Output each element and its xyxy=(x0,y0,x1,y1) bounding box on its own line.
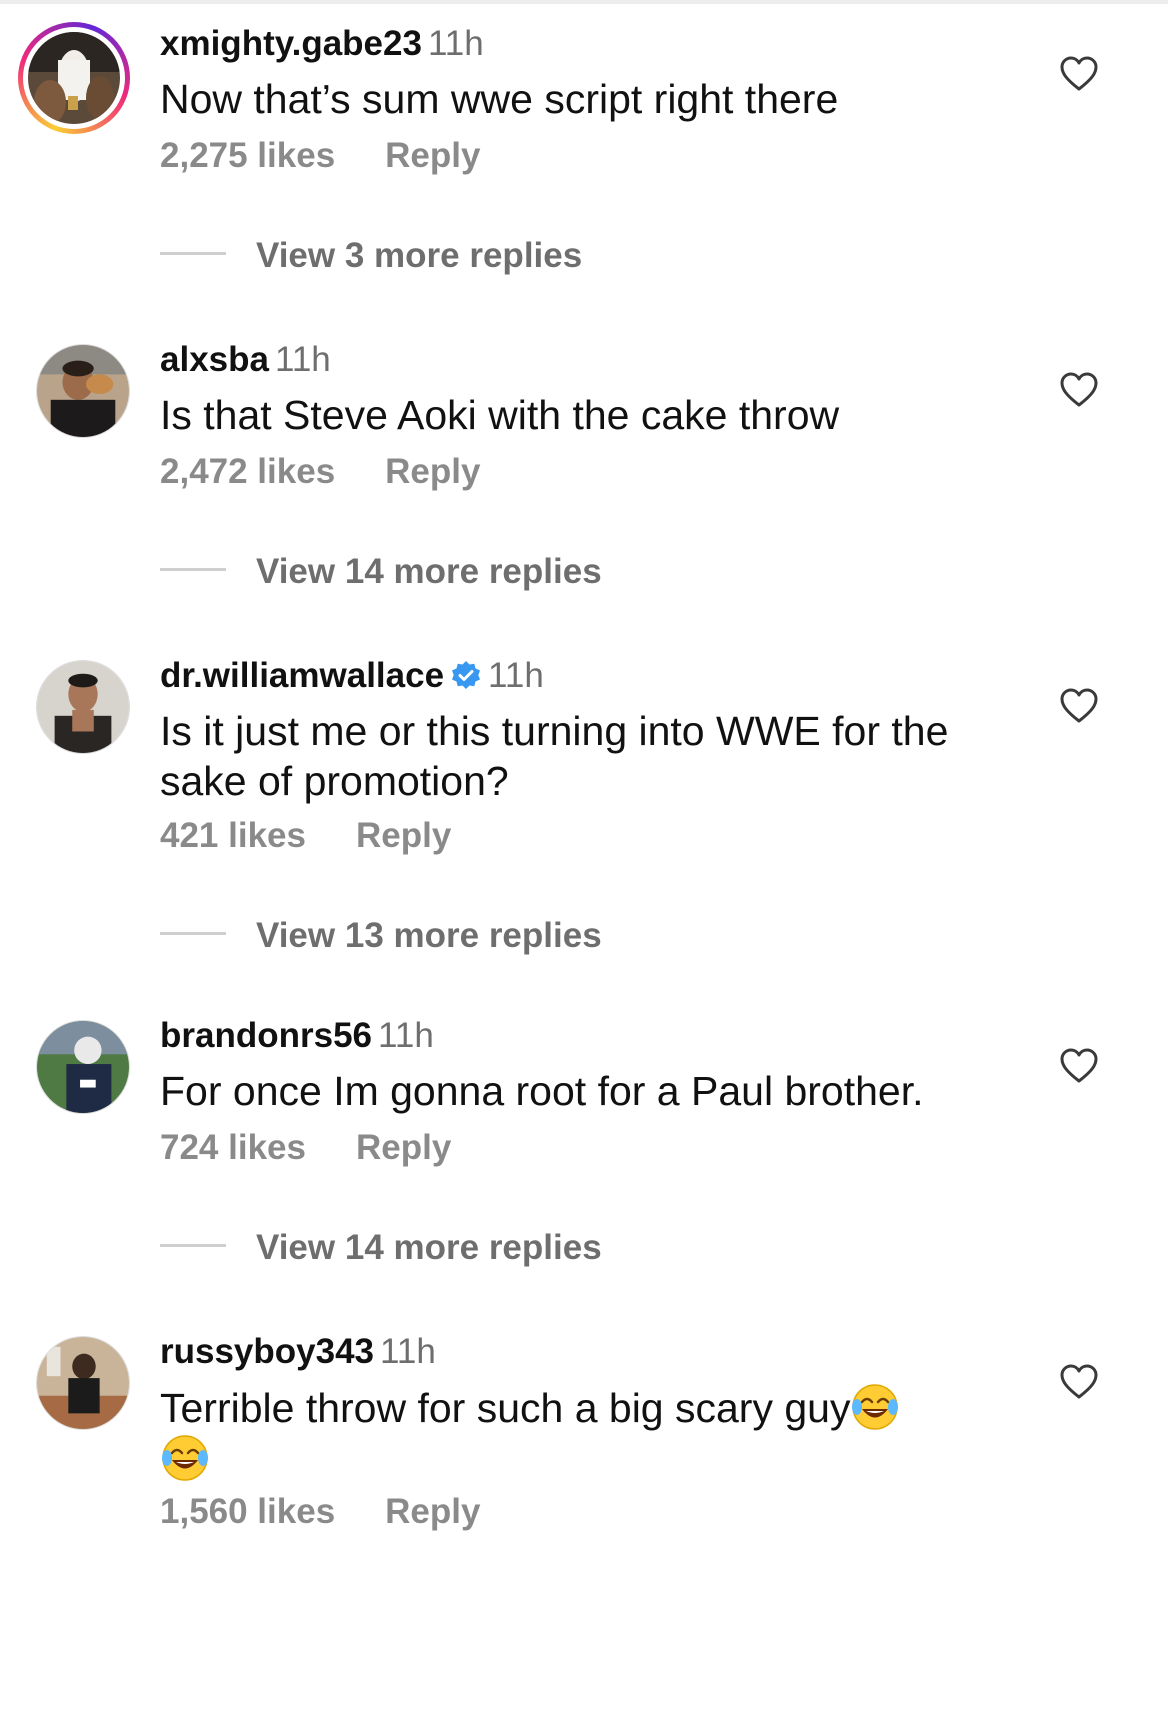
view-more-label[interactable]: View 14 more replies xyxy=(256,1228,602,1267)
username[interactable]: russyboy343 xyxy=(160,1332,374,1371)
avatar[interactable] xyxy=(36,1020,130,1114)
like-heart-icon[interactable] xyxy=(1060,1364,1098,1400)
avatar[interactable] xyxy=(36,660,130,754)
replies-dash xyxy=(160,1244,226,1247)
comment-time: 11h xyxy=(378,1016,434,1055)
replies-dash xyxy=(160,932,226,935)
like-count[interactable]: 724 likes xyxy=(160,1128,306,1167)
avatar-wrap[interactable] xyxy=(36,344,130,438)
replies-dash xyxy=(160,568,226,571)
verified-badge-icon xyxy=(450,660,482,692)
comment-text: Is that Steve Aoki with the cake throw xyxy=(160,392,840,438)
like-heart-icon[interactable] xyxy=(1060,372,1098,408)
avatar-wrap[interactable] xyxy=(36,660,130,754)
avatar-wrap[interactable] xyxy=(36,1020,130,1114)
comment-text: Is it just me or this turning into WWE f… xyxy=(160,708,949,804)
comment-item: xmighty.gabe23 11h Now that’s sum wwe scr… xyxy=(0,22,1168,302)
like-count[interactable]: 2,275 likes xyxy=(160,136,335,175)
comment-text: For once Im gonna root for a Paul brothe… xyxy=(160,1068,924,1114)
comment-meta: 421 likes Reply xyxy=(160,814,451,858)
top-divider xyxy=(0,0,1168,4)
comment-time: 11h xyxy=(380,1332,436,1371)
comment-text: Now that’s sum wwe script right there xyxy=(160,76,839,122)
comment-time: 11h xyxy=(274,340,331,379)
like-count[interactable]: 2,472 likes xyxy=(160,452,335,491)
reply-button[interactable]: Reply xyxy=(385,1492,480,1531)
avatar[interactable] xyxy=(36,344,130,438)
view-more-label[interactable]: View 13 more replies xyxy=(256,916,602,955)
view-more-replies[interactable]: View 14 more replies xyxy=(160,1226,602,1270)
comment-item: alxsba 11h Is that Steve Aoki with the ca… xyxy=(0,338,1168,618)
replies-dash xyxy=(160,252,226,255)
comment-header: brandonrs56 11h xyxy=(160,1014,434,1058)
username[interactable]: xmighty.gabe23 xyxy=(160,24,422,63)
avatar[interactable] xyxy=(28,32,120,124)
reply-button[interactable]: Reply xyxy=(356,1128,451,1167)
like-heart-icon[interactable] xyxy=(1060,688,1098,724)
view-more-replies[interactable]: View 3 more replies xyxy=(160,234,582,278)
comment-time: 11h xyxy=(488,656,544,695)
comment-item: russyboy343 11h Terrible throw for such a… xyxy=(0,1330,1168,1570)
avatar[interactable] xyxy=(36,1336,130,1430)
comment-time: 11h xyxy=(427,24,484,63)
reply-button[interactable]: Reply xyxy=(385,452,480,491)
view-more-label[interactable]: View 3 more replies xyxy=(256,236,582,275)
avatar-wrap[interactable] xyxy=(36,1336,130,1430)
comment-meta: 2,275 likes Reply xyxy=(160,134,480,178)
username[interactable]: brandonrs56 xyxy=(160,1016,372,1055)
comment-meta: 1,560 likes Reply xyxy=(160,1490,480,1534)
view-more-replies[interactable]: View 14 more replies xyxy=(160,550,602,594)
avatar-story-ring[interactable] xyxy=(18,22,130,134)
view-more-label[interactable]: View 14 more replies xyxy=(256,552,602,591)
view-more-replies[interactable]: View 13 more replies xyxy=(160,914,602,958)
comment-text-content: Terrible throw for such a big scary guy xyxy=(160,1385,851,1431)
comment-header: xmighty.gabe23 11h xyxy=(160,22,484,66)
like-count[interactable]: 421 likes xyxy=(160,816,306,855)
username[interactable]: dr.williamwallace xyxy=(160,656,444,695)
like-count[interactable]: 1,560 likes xyxy=(160,1492,335,1531)
username[interactable]: alxsba xyxy=(160,340,269,379)
like-heart-icon[interactable] xyxy=(1060,56,1098,92)
comment-header: russyboy343 11h xyxy=(160,1330,436,1374)
reply-button[interactable]: Reply xyxy=(356,816,451,855)
comment-item: dr.williamwallace 11h Is it just me or th… xyxy=(0,654,1168,984)
comment-item: brandonrs56 11h For once Im gonna root fo… xyxy=(0,1014,1168,1294)
tears-of-joy-emoji-icon xyxy=(850,1382,900,1432)
like-heart-icon[interactable] xyxy=(1060,1048,1098,1084)
reply-button[interactable]: Reply xyxy=(385,136,480,175)
comment-header: alxsba 11h xyxy=(160,338,331,382)
tears-of-joy-emoji-icon xyxy=(160,1433,210,1483)
comment-meta: 724 likes Reply xyxy=(160,1126,451,1170)
comment-meta: 2,472 likes Reply xyxy=(160,450,480,494)
comment-header: dr.williamwallace 11h xyxy=(160,654,544,698)
comment-text: Terrible throw for such a big scary guy xyxy=(160,1382,980,1484)
